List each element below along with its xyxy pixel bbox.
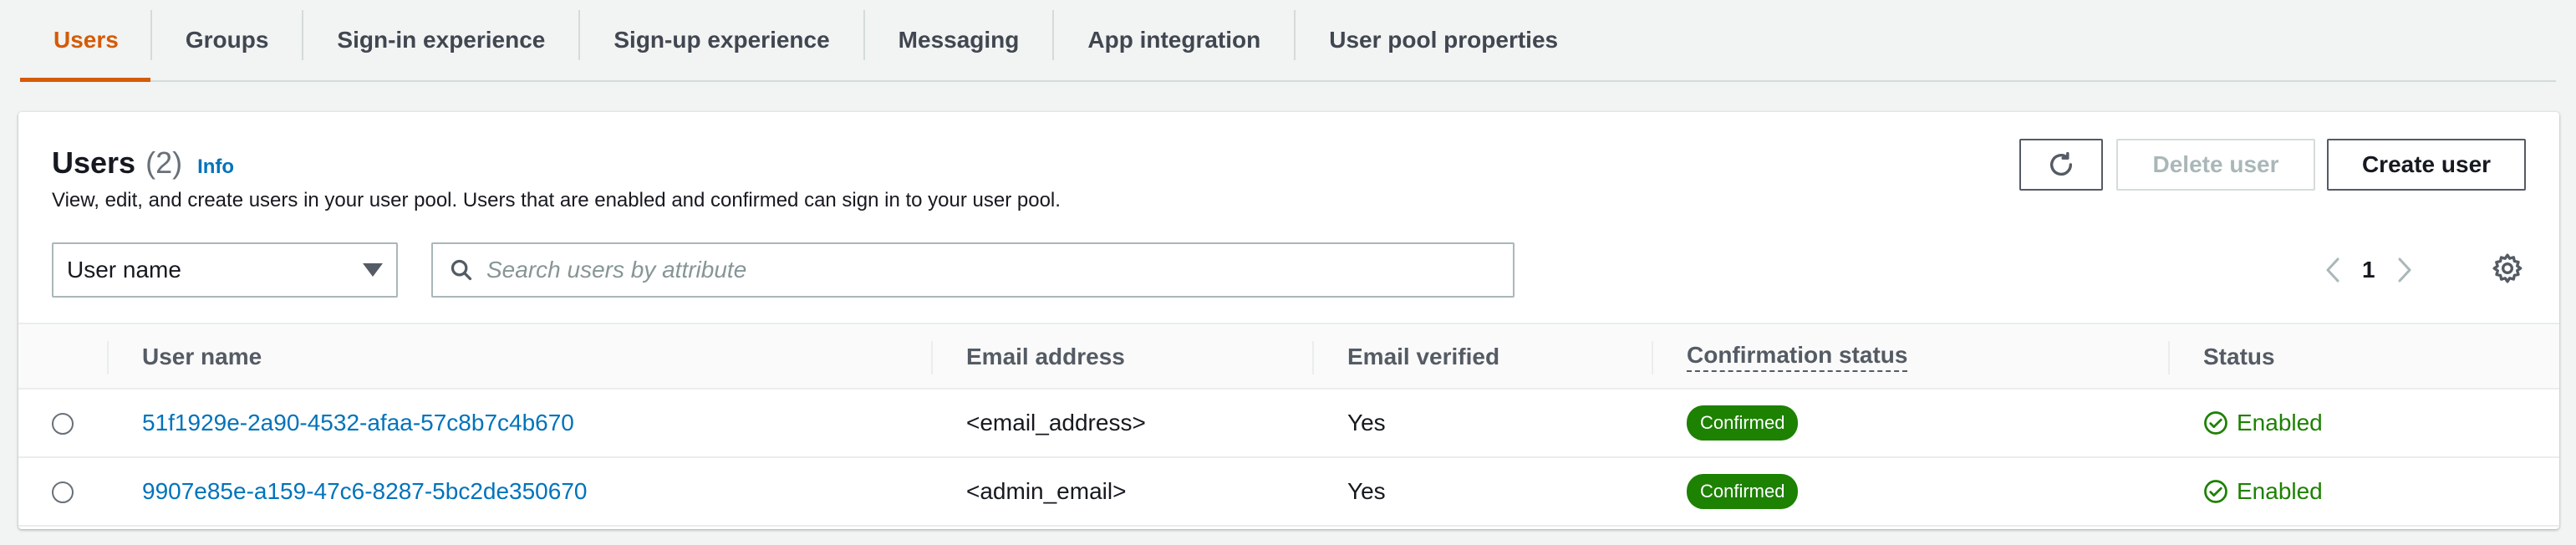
delete-user-button[interactable]: Delete user bbox=[2116, 139, 2315, 191]
tab-users[interactable]: Users bbox=[20, 0, 150, 82]
check-circle-icon bbox=[2204, 411, 2227, 435]
status-badge: Confirmed bbox=[1687, 474, 1799, 509]
panel-header: Users (2) Info View, edit, and create us… bbox=[52, 145, 1061, 212]
search-icon bbox=[451, 259, 472, 281]
info-link[interactable]: Info bbox=[197, 155, 234, 179]
tab-app-integration[interactable]: App integration bbox=[1054, 0, 1294, 80]
column-divider bbox=[107, 341, 109, 374]
user-count: (2) bbox=[145, 145, 183, 180]
tab-bar: Users Groups Sign-in experience Sign-up … bbox=[20, 0, 2556, 82]
username-link[interactable]: 51f1929e-2a90-4532-afaa-57c8b7c4b670 bbox=[142, 410, 574, 436]
row-select-radio[interactable] bbox=[52, 481, 74, 503]
search-input[interactable] bbox=[486, 245, 1513, 295]
page-number[interactable]: 1 bbox=[2362, 257, 2375, 283]
row-select-radio[interactable] bbox=[52, 413, 74, 435]
tab-label: Sign-up experience bbox=[613, 27, 830, 53]
create-user-button[interactable]: Create user bbox=[2327, 139, 2526, 191]
tab-label: Sign-in experience bbox=[337, 27, 546, 53]
pagination: 1 bbox=[2325, 242, 2412, 298]
status-cell: Enabled bbox=[2203, 410, 2323, 436]
users-panel: Users (2) Info View, edit, and create us… bbox=[18, 112, 2559, 529]
column-header-email-verified[interactable]: Email verified bbox=[1347, 324, 1499, 390]
column-header-status[interactable]: Status bbox=[2203, 324, 2275, 390]
caret-down-icon bbox=[363, 263, 383, 277]
status-cell: Enabled bbox=[2203, 478, 2323, 505]
column-header-confirmation-status[interactable]: Confirmation status bbox=[1687, 324, 1908, 390]
attribute-select[interactable]: User name bbox=[52, 242, 398, 298]
tab-label: Groups bbox=[185, 27, 269, 53]
check-circle-icon bbox=[2204, 480, 2227, 503]
column-header-email[interactable]: Email address bbox=[966, 324, 1125, 390]
email-verified-cell: Yes bbox=[1347, 478, 1386, 504]
tab-label: Users bbox=[53, 27, 119, 53]
column-divider bbox=[2168, 341, 2170, 374]
column-header-user-name[interactable]: User name bbox=[142, 324, 262, 390]
tab-label: User pool properties bbox=[1329, 27, 1559, 53]
tab-groups[interactable]: Groups bbox=[152, 0, 303, 80]
tab-label: App integration bbox=[1087, 27, 1261, 53]
attribute-select-value: User name bbox=[67, 257, 181, 283]
refresh-button[interactable] bbox=[2019, 139, 2103, 191]
table-row: 51f1929e-2a90-4532-afaa-57c8b7c4b670 <em… bbox=[18, 390, 2559, 458]
username-link[interactable]: 9907e85e-a159-47c6-8287-5bc2de350670 bbox=[142, 478, 587, 505]
gear-icon[interactable] bbox=[2491, 252, 2524, 289]
chevron-right-icon[interactable] bbox=[2397, 257, 2412, 283]
table-row: 9907e85e-a159-47c6-8287-5bc2de350670 <ad… bbox=[18, 458, 2559, 527]
page-title: Users bbox=[52, 145, 136, 180]
column-divider bbox=[1312, 341, 1314, 374]
search-box bbox=[431, 242, 1515, 298]
email-verified-cell: Yes bbox=[1347, 410, 1386, 435]
refresh-icon bbox=[2049, 151, 2073, 176]
column-divider bbox=[1652, 341, 1653, 374]
email-cell: <admin_email> bbox=[966, 478, 1127, 504]
tab-user-pool-properties[interactable]: User pool properties bbox=[1296, 0, 1591, 80]
column-divider bbox=[931, 341, 933, 374]
status-badge: Confirmed bbox=[1687, 405, 1799, 441]
panel-description: View, edit, and create users in your use… bbox=[52, 189, 1061, 211]
tab-sign-up-experience[interactable]: Sign-up experience bbox=[580, 0, 863, 80]
users-table: User name Email address Email verified C… bbox=[18, 323, 2559, 527]
email-cell: <email_address> bbox=[966, 410, 1146, 435]
tab-label: Messaging bbox=[898, 27, 1020, 53]
tab-messaging[interactable]: Messaging bbox=[865, 0, 1053, 80]
tab-sign-in-experience[interactable]: Sign-in experience bbox=[303, 0, 578, 80]
chevron-left-icon[interactable] bbox=[2325, 257, 2340, 283]
table-header: User name Email address Email verified C… bbox=[18, 323, 2559, 390]
